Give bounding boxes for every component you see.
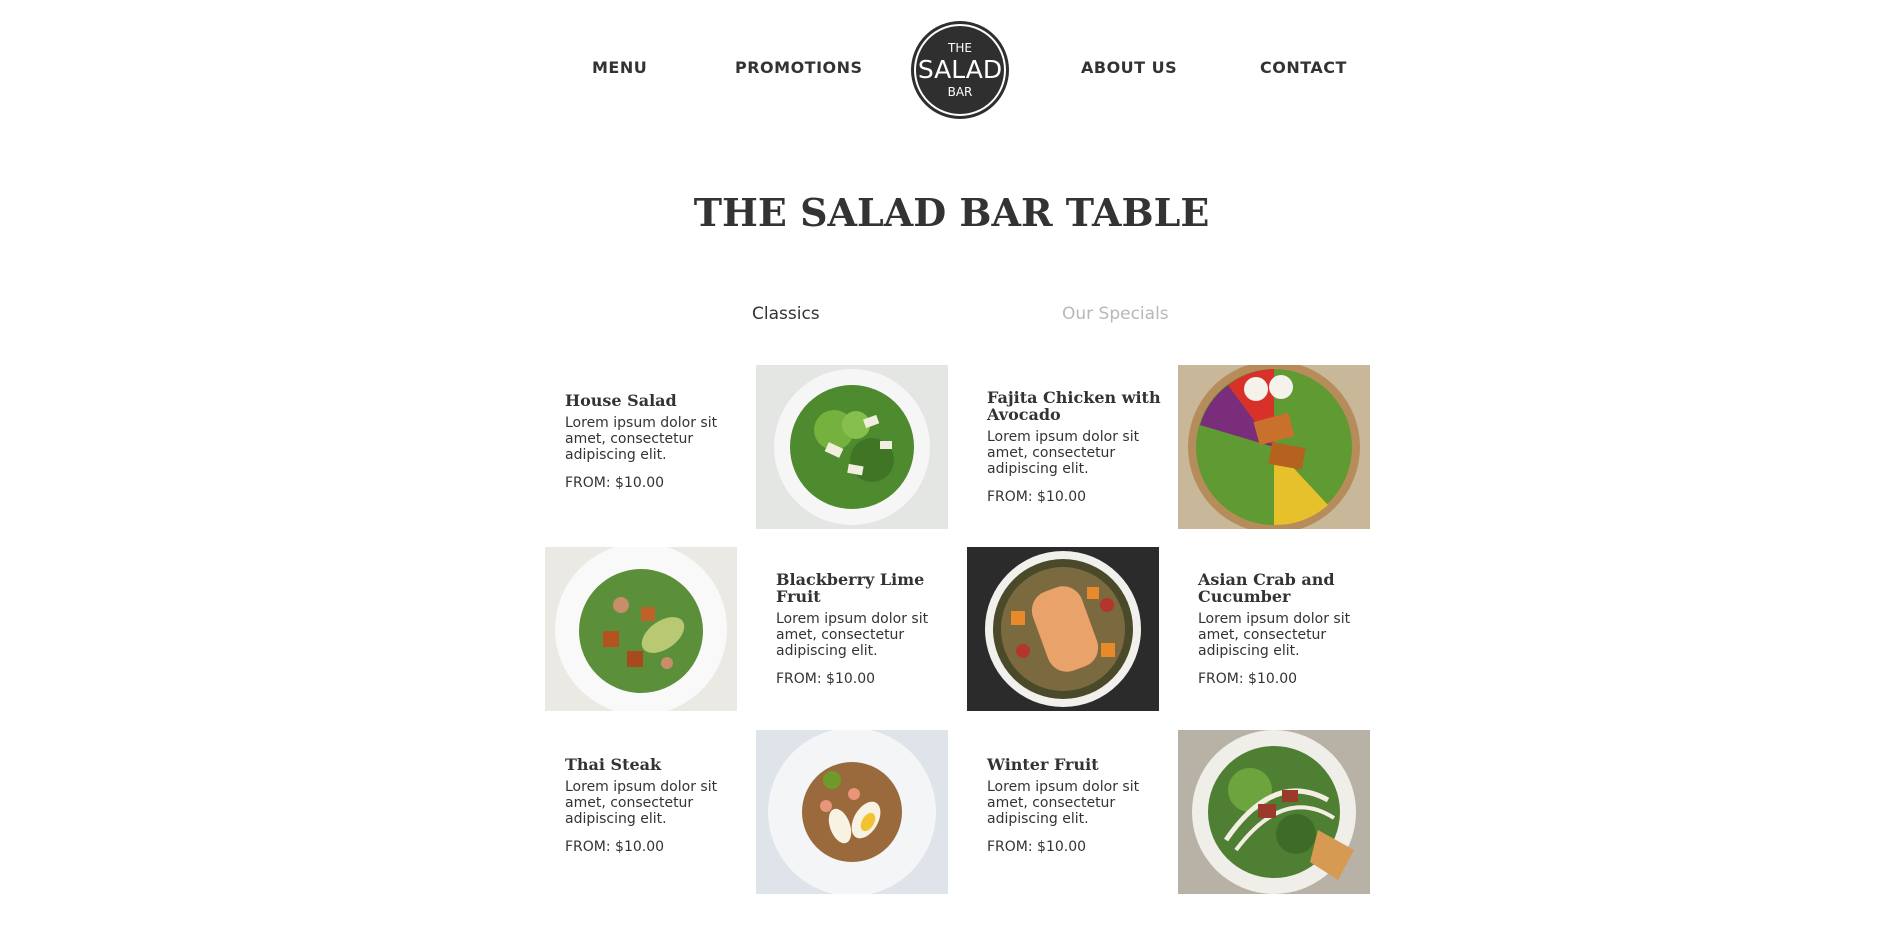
chicken-quinoa-image[interactable] — [967, 547, 1159, 711]
nav-promotions-link[interactable]: PROMOTIONS — [735, 58, 863, 77]
nav-contact-link[interactable]: CONTACT — [1260, 58, 1347, 77]
menu-item-thai-steak: Thai Steak Lorem ipsum dolor sit amet, c… — [565, 756, 757, 920]
menu-item-winter-fruit: Winter Fruit Lorem ipsum dolor sit amet,… — [987, 756, 1179, 920]
thai-steak-image[interactable] — [756, 730, 948, 894]
menu-item-asian-crab: Asian Crab and Cucumber Lorem ipsum dolo… — [1198, 571, 1390, 735]
item-description: Lorem ipsum dolor sit amet, consectetur … — [565, 779, 718, 827]
page-title: THE SALAD BAR TABLE — [693, 190, 1210, 235]
house-salad-image[interactable] — [756, 365, 948, 529]
item-price: FROM: $10.00 — [776, 671, 876, 687]
winter-fruit-image[interactable] — [1178, 730, 1370, 894]
item-description: Lorem ipsum dolor sit amet, consectetur … — [776, 611, 929, 659]
tab-our-specials[interactable]: Our Specials — [1062, 304, 1169, 324]
salad-bar-logo[interactable]: THE SALAD BAR — [911, 21, 1009, 119]
tab-classics[interactable]: Classics — [752, 304, 820, 324]
fajita-chicken-photo — [1178, 365, 1370, 529]
item-price: FROM: $10.00 — [987, 489, 1087, 505]
item-price: FROM: $10.00 — [987, 839, 1087, 855]
fajita-chicken-image[interactable] — [1178, 365, 1370, 529]
item-title: Asian Crab and Cucumber — [1198, 570, 1335, 606]
menu-item-house-salad: House Salad Lorem ipsum dolor sit amet, … — [565, 392, 757, 556]
item-title: Thai Steak — [565, 755, 662, 774]
house-salad-photo — [756, 365, 948, 529]
item-title: Fajita Chicken with Avocado — [987, 388, 1161, 424]
chicken-quinoa-photo — [967, 547, 1159, 711]
item-price: FROM: $10.00 — [565, 475, 665, 491]
item-description: Lorem ipsum dolor sit amet, consectetur … — [1198, 611, 1351, 659]
blackberry-lime-photo — [545, 547, 737, 711]
item-description: Lorem ipsum dolor sit amet, consectetur … — [565, 415, 718, 463]
item-description: Lorem ipsum dolor sit amet, consectetur … — [987, 429, 1140, 477]
blackberry-lime-image[interactable] — [545, 547, 737, 711]
menu-item-fajita-chicken: Fajita Chicken with Avocado Lorem ipsum … — [987, 389, 1179, 553]
item-title: Winter Fruit — [987, 755, 1099, 774]
item-description: Lorem ipsum dolor sit amet, consectetur … — [987, 779, 1140, 827]
nav-menu-link[interactable]: MENU — [592, 58, 647, 77]
item-price: FROM: $10.00 — [565, 839, 665, 855]
item-title: Blackberry Lime Fruit — [776, 570, 925, 606]
item-title: House Salad — [565, 391, 677, 410]
winter-fruit-photo — [1178, 730, 1370, 894]
logo-ring — [914, 24, 1006, 116]
nav-about-link[interactable]: ABOUT US — [1081, 58, 1177, 77]
item-price: FROM: $10.00 — [1198, 671, 1298, 687]
thai-steak-photo — [756, 730, 948, 894]
menu-item-blackberry-lime: Blackberry Lime Fruit Lorem ipsum dolor … — [776, 571, 968, 735]
